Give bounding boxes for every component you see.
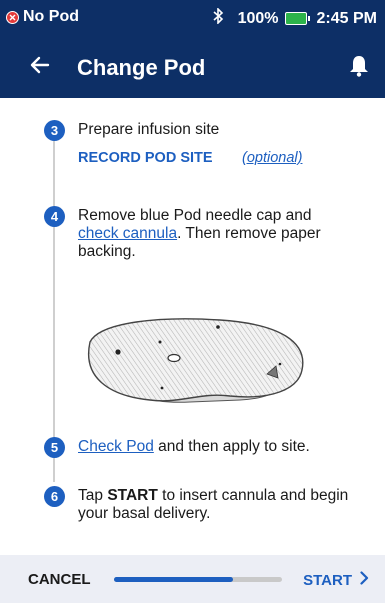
step-text-part: Tap — [78, 487, 108, 504]
step-text-part: and then apply to site. — [153, 438, 310, 455]
record-pod-site-button[interactable]: RECORD POD SITE — [78, 150, 213, 166]
step-text-part: Remove blue Pod needle cap and — [78, 207, 312, 224]
cancel-button[interactable]: CANCEL — [28, 571, 91, 588]
step-5: 5 Check Pod and then apply to site. — [44, 437, 344, 461]
start-button[interactable]: START — [303, 571, 369, 590]
step-text: Check Pod and then apply to site. — [78, 438, 350, 456]
step-4: 4 Remove blue Pod needle cap and check c… — [44, 206, 344, 266]
battery-percent: 100% — [237, 9, 279, 27]
status-right: 100% 2:45 PM — [213, 7, 377, 29]
step-number: 5 — [44, 437, 65, 458]
check-pod-link[interactable]: Check Pod — [78, 438, 154, 455]
step-number: 4 — [44, 206, 65, 227]
progress-fill — [114, 577, 234, 582]
record-pod-site-row: RECORD POD SITE (optional) — [78, 150, 350, 166]
pod-status-text: No Pod — [23, 8, 79, 25]
arrow-left-icon[interactable] — [28, 53, 52, 77]
optional-link[interactable]: (optional) — [242, 150, 302, 166]
step-3: 3 Prepare infusion site RECORD POD SITE … — [44, 120, 344, 170]
steps-content: 3 Prepare infusion site RECORD POD SITE … — [0, 98, 385, 555]
pod-status: No Pod — [6, 8, 79, 26]
start-label: START — [303, 572, 352, 589]
step-number: 3 — [44, 120, 65, 141]
check-cannula-link[interactable]: check cannula — [78, 225, 177, 242]
page-title: Change Pod — [77, 55, 206, 80]
status-bar: No Pod 100% 2:45 PM — [0, 0, 385, 36]
step-text: Prepare infusion site — [78, 121, 220, 138]
chevron-right-icon — [360, 571, 369, 590]
step-text: Tap START to insert cannula and begin yo… — [78, 487, 350, 523]
progress-bar — [114, 577, 282, 582]
step-6: 6 Tap START to insert cannula and begin … — [44, 486, 348, 526]
alert-icon — [6, 10, 19, 24]
battery-icon — [284, 12, 310, 25]
start-keyword: START — [107, 487, 158, 504]
bottom-bar: CANCEL START — [0, 555, 385, 603]
bell-icon[interactable] — [349, 55, 369, 77]
timeline-line — [53, 134, 55, 482]
app-header: Change Pod — [0, 36, 385, 98]
pod-illustration — [87, 318, 304, 403]
step-number: 6 — [44, 486, 65, 507]
clock: 2:45 PM — [316, 9, 377, 27]
bluetooth-icon — [213, 7, 224, 29]
step-text: Remove blue Pod needle cap and check can… — [78, 207, 350, 261]
